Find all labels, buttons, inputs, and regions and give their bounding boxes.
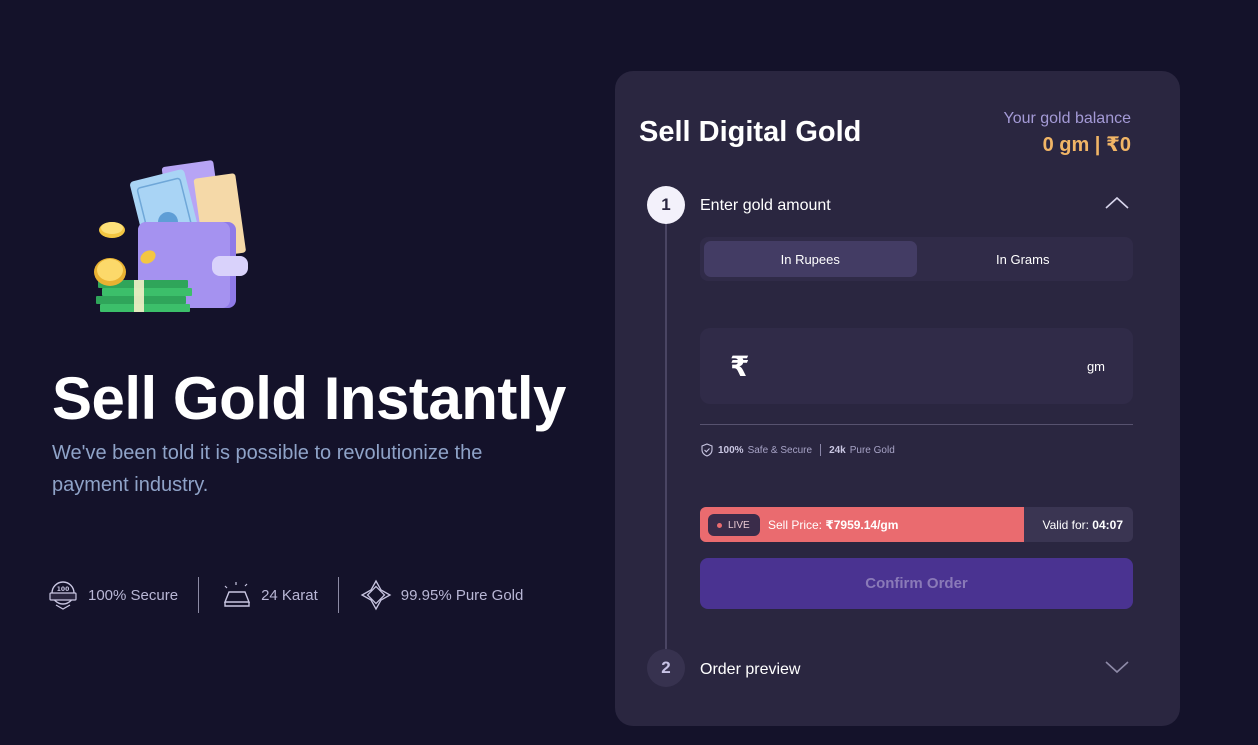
purity-flower-icon: [359, 578, 393, 612]
hero-subtitle: We've been told it is possible to revolu…: [52, 442, 483, 496]
sell-gold-card: Sell Digital Gold Your gold balance 0 gm…: [615, 71, 1180, 726]
hero-title: Sell Gold Instantly: [52, 365, 566, 432]
live-badge: LIVE: [708, 514, 760, 536]
secure-note: 100% Safe & Secure 24k Pure Gold: [700, 443, 895, 457]
feature-purity: 99.95% Pure Gold: [337, 577, 544, 613]
shield-check-icon: [701, 443, 713, 457]
separator: [820, 444, 822, 456]
validity-timer: Valid for: 04:07: [1042, 518, 1123, 532]
sell-price: Sell Price: ₹7959.14/gm: [768, 518, 898, 532]
wallet-cash-coins-illustration: [88, 152, 258, 314]
step-2-number: 2: [647, 649, 685, 687]
step-timeline: [665, 223, 667, 649]
confirm-order-button[interactable]: Confirm Order: [700, 558, 1133, 609]
svg-text:100: 100: [57, 586, 70, 593]
toggle-in-grams[interactable]: In Grams: [917, 241, 1130, 277]
card-title: Sell Digital Gold: [639, 116, 862, 148]
live-price-bar: LIVE Sell Price: ₹7959.14/gm Valid for: …: [700, 507, 1133, 542]
amount-input[interactable]: [766, 346, 1066, 386]
karat-text: Pure Gold: [849, 444, 895, 456]
feature-label: 100% Secure: [88, 586, 179, 604]
balance-label: Your gold balance: [1003, 110, 1131, 127]
valid-value: 04:07: [1092, 518, 1123, 532]
secured-badge-icon: 100: [46, 578, 80, 612]
chevron-down-icon[interactable]: [1104, 659, 1130, 675]
gold-bar-icon: [219, 578, 253, 612]
feature-label: 99.95% Pure Gold: [400, 586, 524, 604]
sell-price-label: Sell Price:: [768, 518, 823, 532]
unit-label: gm: [1086, 359, 1105, 374]
balance-value: 0 gm | ₹0: [1042, 134, 1131, 156]
feature-list: 100 100% Secure 24 Karat 99.95% Pure Gol…: [46, 577, 543, 613]
feature-label: 24 Karat: [261, 586, 318, 604]
amount-field: ₹ gm: [700, 328, 1133, 404]
secure-percent: 100%: [718, 444, 744, 456]
karat-value: 24k: [829, 444, 846, 456]
step-1-number: 1: [647, 186, 685, 224]
sell-price-value: ₹7959.14/gm: [825, 518, 899, 532]
live-label: LIVE: [728, 519, 750, 531]
secure-text: Safe & Secure: [747, 444, 813, 456]
step-1-label[interactable]: Enter gold amount: [700, 197, 831, 215]
feature-karat: 24 Karat: [198, 577, 338, 613]
chevron-up-icon[interactable]: [1104, 195, 1130, 211]
unit-toggle: In Rupees In Grams: [700, 237, 1133, 281]
rupee-symbol: ₹: [730, 351, 750, 382]
divider: [700, 424, 1133, 425]
valid-label: Valid for:: [1042, 518, 1089, 532]
live-dot-icon: [717, 522, 722, 528]
feature-secure: 100 100% Secure: [46, 577, 198, 613]
gold-balance: Your gold balance 0 gm | ₹0: [1003, 110, 1131, 157]
toggle-in-rupees[interactable]: In Rupees: [704, 241, 917, 277]
step-2-label[interactable]: Order preview: [700, 661, 800, 679]
